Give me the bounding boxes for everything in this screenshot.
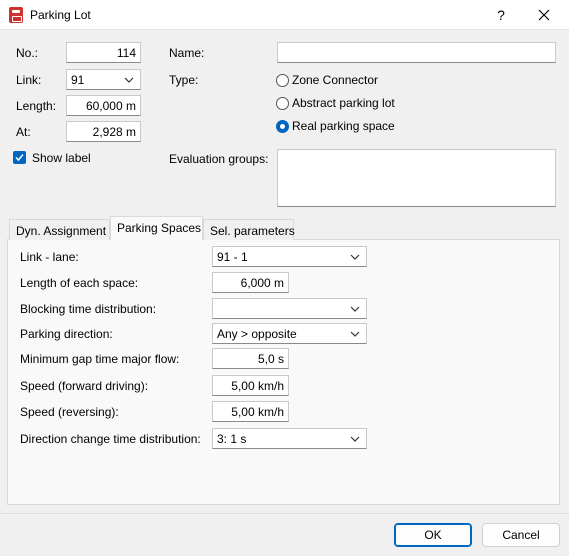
no-label: No.: xyxy=(16,46,39,60)
radio-real-parking-space[interactable] xyxy=(276,120,289,133)
link-lane-value: 91 - 1 xyxy=(217,250,248,264)
tab-dyn-assignment[interactable]: Dyn. Assignment xyxy=(9,219,110,240)
link-select[interactable]: 91 xyxy=(66,69,141,90)
parking-direction-select[interactable]: Any > opposite xyxy=(212,323,367,344)
speed-reversing-label: Speed (reversing): xyxy=(20,405,119,419)
ok-button[interactable]: OK xyxy=(394,523,472,547)
blocking-time-select[interactable] xyxy=(212,298,367,319)
speed-reversing-input[interactable]: 5,00 km/h xyxy=(212,401,289,422)
tab-parking-spaces[interactable]: Parking Spaces xyxy=(110,216,203,240)
close-button[interactable] xyxy=(532,5,556,25)
length-label: Length: xyxy=(16,99,57,113)
min-gap-time-input[interactable]: 5,0 s xyxy=(212,348,289,369)
zone-connector-label: Zone Connector xyxy=(292,73,379,87)
real-parking-space-label: Real parking space xyxy=(292,119,395,133)
speed-forward-input[interactable]: 5,00 km/h xyxy=(212,375,289,396)
link-lane-label: Link - lane: xyxy=(20,250,79,264)
type-label: Type: xyxy=(169,73,199,87)
radio-zone-connector[interactable] xyxy=(276,74,289,87)
parking-direction-value: Any > opposite xyxy=(217,327,297,341)
at-label: At: xyxy=(16,125,31,139)
chevron-down-icon xyxy=(350,331,360,337)
show-label-checkbox[interactable] xyxy=(13,151,26,164)
length-each-space-label: Length of each space: xyxy=(20,276,139,290)
length-input[interactable]: 60,000 m xyxy=(66,95,141,116)
radio-abstract-parking-lot[interactable] xyxy=(276,97,289,110)
footer-separator xyxy=(0,513,569,514)
blocking-time-label: Blocking time distribution: xyxy=(20,302,157,316)
direction-change-time-label: Direction change time distribution: xyxy=(20,432,201,446)
chevron-down-icon xyxy=(350,436,360,442)
show-label-text: Show label xyxy=(32,151,91,165)
direction-change-time-select[interactable]: 3: 1 s xyxy=(212,428,367,449)
help-button[interactable]: ? xyxy=(489,5,513,25)
chevron-down-icon xyxy=(124,77,134,83)
name-input[interactable] xyxy=(277,42,556,63)
evaluation-groups-label: Evaluation groups: xyxy=(169,152,269,166)
chevron-down-icon xyxy=(350,254,360,260)
evaluation-groups-list[interactable] xyxy=(277,149,556,207)
close-icon xyxy=(538,9,550,21)
length-each-space-input[interactable]: 6,000 m xyxy=(212,272,289,293)
cancel-button[interactable]: Cancel xyxy=(482,523,560,547)
link-lane-select[interactable]: 91 - 1 xyxy=(212,246,367,267)
direction-change-time-value: 3: 1 s xyxy=(217,432,247,446)
abstract-parking-lot-label: Abstract parking lot xyxy=(292,96,395,110)
name-label: Name: xyxy=(169,46,205,60)
checkmark-icon xyxy=(15,154,24,162)
window-title: Parking Lot xyxy=(30,8,91,22)
link-label: Link: xyxy=(16,73,42,87)
chevron-down-icon xyxy=(350,306,360,312)
speed-forward-label: Speed (forward driving): xyxy=(20,379,149,393)
at-input[interactable]: 2,928 m xyxy=(66,121,141,142)
parking-direction-label: Parking direction: xyxy=(20,327,113,341)
title-bar: Parking Lot ? xyxy=(0,0,569,30)
tab-sel-parameters[interactable]: Sel. parameters xyxy=(203,219,295,240)
parking-lot-app-icon xyxy=(9,7,23,23)
no-input[interactable]: 114 xyxy=(66,42,141,63)
min-gap-time-label: Minimum gap time major flow: xyxy=(20,352,180,366)
link-select-value: 91 xyxy=(71,73,85,87)
